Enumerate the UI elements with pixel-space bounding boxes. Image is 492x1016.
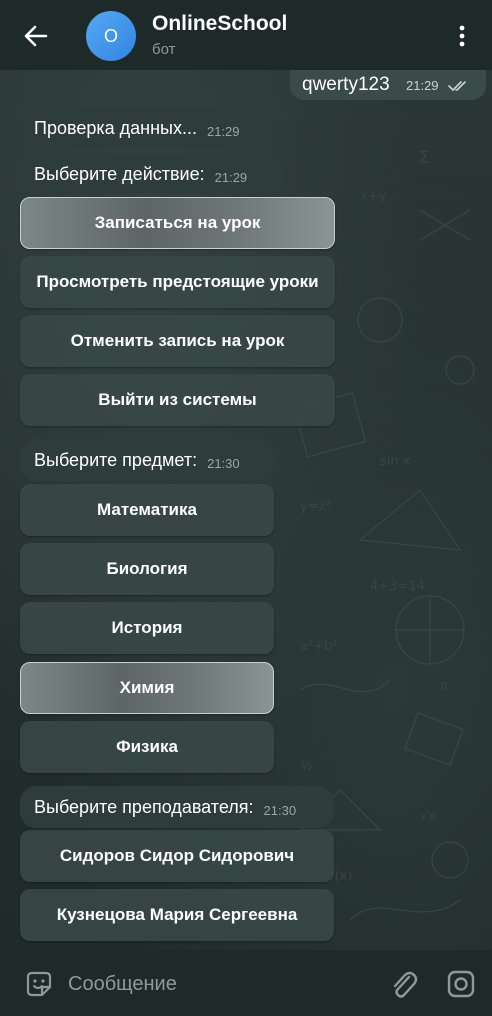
subject-button-math[interactable]: Математика (20, 484, 274, 536)
chat-header: O OnlineSchool бот (0, 0, 492, 70)
read-double-check-icon (448, 81, 466, 91)
paperclip-icon[interactable] (388, 968, 418, 1000)
message-time: 21:30 (263, 802, 297, 818)
avatar[interactable]: O (86, 11, 136, 61)
svg-text:sin x: sin x (380, 454, 411, 469)
incoming-message[interactable]: Выберите предмет: 21:30 (20, 439, 274, 481)
subject-button-history[interactable]: История (20, 602, 274, 654)
incoming-message[interactable]: Проверка данных... 21:29 (20, 108, 276, 148)
svg-text:x+y: x+y (360, 189, 387, 204)
svg-text:√x: √x (420, 809, 436, 824)
chat-subtitle: бот (152, 41, 176, 58)
message-time: 21:29 (206, 123, 240, 139)
message-text: Выберите преподавателя: (34, 796, 254, 817)
message-text: Выберите действие: (34, 163, 205, 184)
message-time: 21:29 (214, 169, 248, 185)
sticker-icon[interactable] (24, 969, 54, 999)
svg-text:∑: ∑ (420, 149, 429, 164)
message-text: Проверка данных... (34, 117, 197, 138)
view-upcoming-lessons-button[interactable]: Просмотреть предстоящие уроки (20, 256, 335, 308)
message-input[interactable] (68, 968, 368, 1000)
cancel-booking-button[interactable]: Отменить запись на урок (20, 315, 335, 367)
incoming-message[interactable]: Выберите действие: 21:29 (20, 154, 282, 194)
chat-title[interactable]: OnlineSchool (152, 12, 287, 36)
svg-text:π: π (440, 679, 448, 694)
camera-icon[interactable] (446, 969, 476, 999)
teacher-button-sidorov[interactable]: Сидоров Сидор Сидорович (20, 830, 334, 882)
teacher-button-kuznetsova[interactable]: Кузнецова Мария Сергеевна (20, 889, 334, 941)
more-vertical-icon[interactable] (452, 24, 472, 48)
message-time: 21:30 (207, 455, 240, 471)
arrow-left-icon[interactable] (22, 22, 50, 50)
svg-text:a²+b²: a²+b² (300, 639, 338, 654)
avatar-letter: O (103, 25, 118, 46)
svg-text:½: ½ (300, 759, 313, 774)
logout-button[interactable]: Выйти из системы (20, 374, 335, 426)
subject-button-chemistry[interactable]: Химия (20, 662, 274, 714)
message-text: qwerty123 (302, 74, 390, 95)
svg-text:4+3=14: 4+3=14 (370, 579, 425, 594)
subject-button-biology[interactable]: Биология (20, 543, 274, 595)
incoming-message[interactable]: Выберите преподавателя: 21:30 (20, 786, 334, 828)
message-input-bar (0, 950, 492, 1016)
outgoing-message[interactable]: qwerty123 21:29 (290, 70, 486, 100)
subject-button-physics[interactable]: Физика (20, 721, 274, 773)
message-text: Выберите предмет: (34, 449, 198, 470)
book-lesson-button[interactable]: Записаться на урок (20, 197, 335, 249)
svg-text:y=x²: y=x² (300, 499, 332, 514)
message-time: 21:29 (406, 78, 439, 93)
